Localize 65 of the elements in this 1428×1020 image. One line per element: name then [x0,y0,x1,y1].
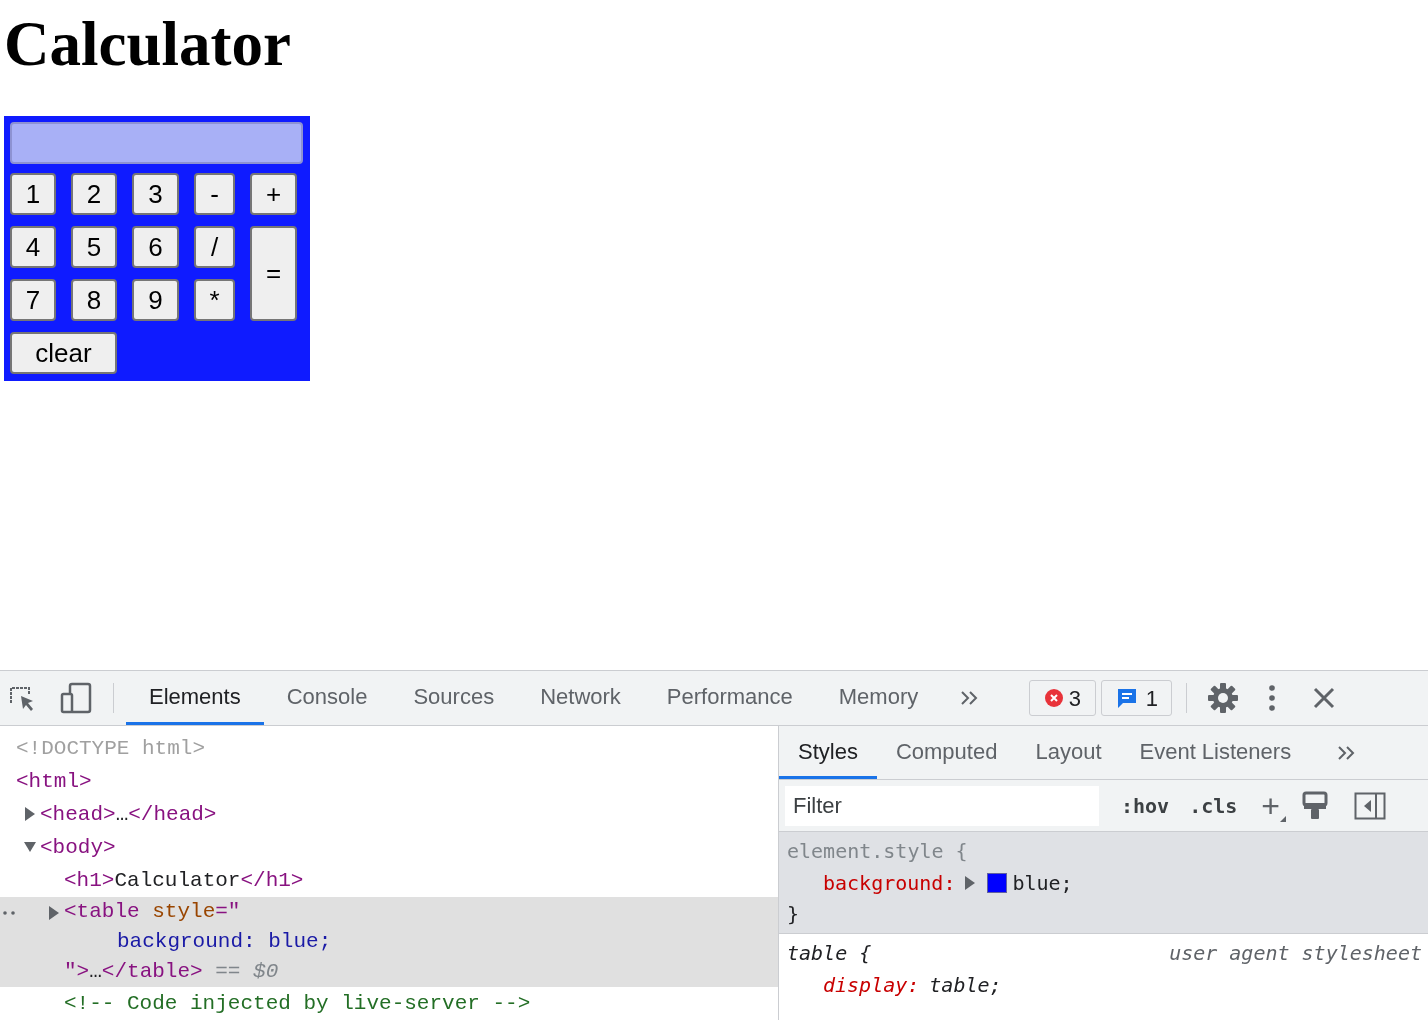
panel-tab[interactable]: Performance [643,671,816,725]
calculator-key[interactable]: 5 [71,226,117,268]
errors-button[interactable]: 3 [1029,680,1097,716]
calculator-key[interactable]: 2 [71,173,117,215]
more-icon[interactable] [3,911,15,915]
corner-triangle-icon [1280,815,1287,822]
calculator-key[interactable]: 6 [132,226,179,268]
inspect-icon[interactable] [8,684,36,712]
cls-button[interactable]: .cls [1189,790,1238,821]
collapse-arrow-icon[interactable] [24,840,36,854]
calculator-key[interactable]: 7 [10,279,56,321]
dom-node-line[interactable]: <table style=" [64,897,241,927]
sidebar-tab[interactable]: Layout [1016,726,1121,779]
calculator-key[interactable]: 9 [132,279,179,321]
messages-button[interactable]: 1 [1101,680,1173,716]
calculator-key[interactable]: 1 [10,173,56,215]
calculator-key[interactable]: / [194,226,235,268]
calculator-key[interactable]: 3 [132,173,179,215]
more-options-icon[interactable] [1269,685,1276,711]
calculator-key[interactable]: 8 [71,279,117,321]
calculator-key[interactable]: 4 [10,226,56,268]
panel-tab[interactable]: Memory [815,671,942,725]
rule-source: user agent stylesheet [1169,940,1422,967]
calculator-key[interactable]: = [250,226,297,321]
error-icon [1044,689,1063,707]
color-swatch[interactable] [987,873,1008,893]
expand-arrow-icon[interactable] [24,807,36,821]
css-value: table; [929,972,1002,999]
calculator-key[interactable]: - [194,173,235,215]
panel-tab[interactable]: Console [263,671,391,725]
calculator-key[interactable]: * [194,279,235,321]
dom-node-line[interactable]: <!-- Code injected by live-server --> [64,987,531,1020]
panel-tab[interactable]: Elements [126,671,264,725]
more-tabs-icon[interactable] [1336,743,1357,762]
page-heading: Calculator [4,8,291,80]
dom-node-line[interactable]: background: blue; [64,927,332,957]
dom-node-line[interactable]: <html> [16,765,92,798]
sidebar-tab[interactable]: Computed [876,726,1017,779]
paint-roller-icon[interactable] [1302,790,1329,821]
css-property[interactable]: background: [823,867,956,899]
css-value: blue; [1012,870,1073,897]
calculator-key[interactable]: + [250,173,297,215]
expand-arrow-icon[interactable] [965,876,976,890]
close-icon[interactable] [1313,687,1336,709]
more-tabs-icon[interactable] [959,689,980,707]
dom-node-line[interactable]: ">…</table> == $0 [64,957,279,987]
rule-selector[interactable]: table { [787,937,872,969]
dom-node-line[interactable]: <head>…</head> [40,798,217,831]
css-property[interactable]: display: [823,969,920,1001]
new-rule-button[interactable]: + [1261,789,1287,822]
dom-node-line[interactable]: <body> [40,831,116,864]
settings-icon[interactable] [1207,682,1240,714]
message-icon [1115,687,1138,709]
sidebar-toggle-icon[interactable] [1354,791,1387,820]
device-toolbar-icon[interactable] [60,682,92,714]
dom-node-line[interactable]: <h1>Calculator</h1> [64,864,304,897]
filter-field[interactable]: Filter [785,785,1099,826]
sidebar-tab[interactable]: Event Listeners [1120,726,1311,779]
expand-arrow-icon[interactable] [48,906,60,920]
rule-close-brace: } [787,901,801,928]
selected-node-row[interactable]: <table style=" background: blue; ">…</table> == $0 [0,897,778,987]
hov-button[interactable]: :hov [1121,790,1170,821]
panel-tab[interactable]: Sources [390,671,518,725]
clear-button[interactable]: clear [10,332,117,374]
panel-tab[interactable]: Network [517,671,644,725]
